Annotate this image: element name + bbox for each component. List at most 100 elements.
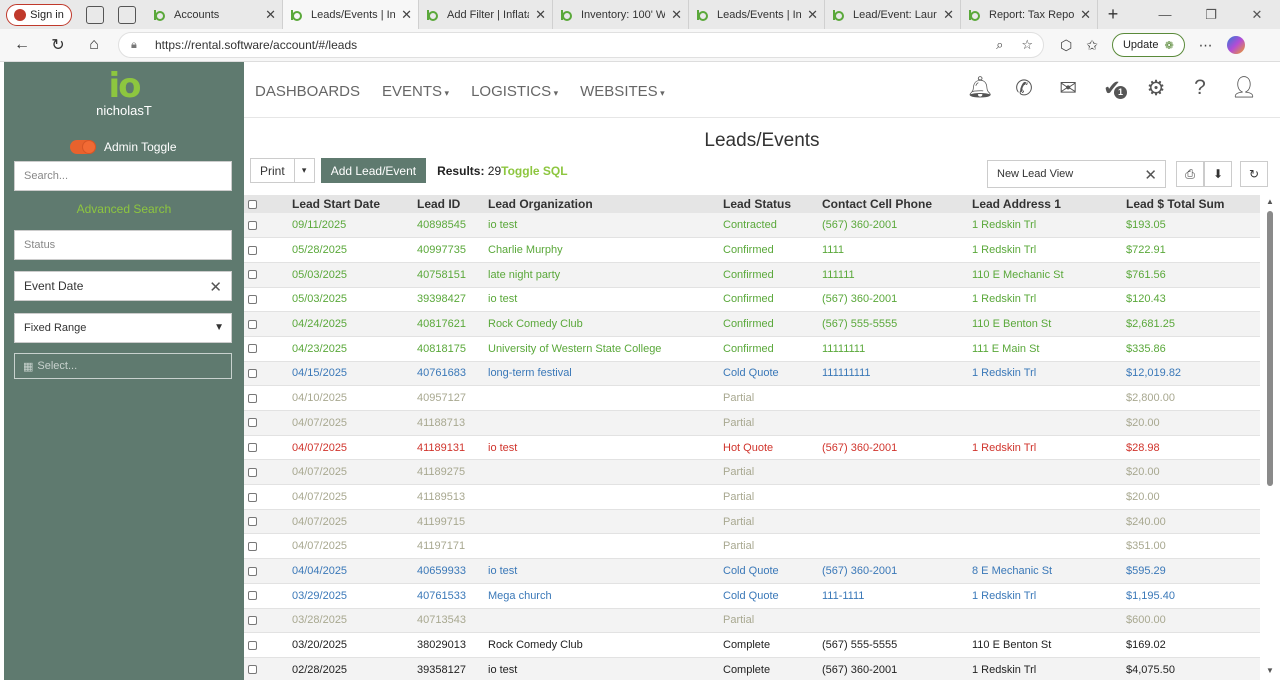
table-scrollbar[interactable]: ▲ ▼: [1266, 197, 1274, 675]
table-cell[interactable]: 02/28/2025: [292, 657, 417, 680]
table-cell[interactable]: [488, 608, 723, 634]
table-cell[interactable]: 111-1111: [822, 583, 972, 609]
table-cell[interactable]: Partial: [723, 509, 822, 535]
table-cell[interactable]: 1 Redskin Trl: [972, 361, 1126, 387]
table-cell[interactable]: $2,800.00: [1126, 385, 1260, 411]
more-menu-icon[interactable]: ⋯: [1199, 37, 1213, 54]
table-cell[interactable]: [972, 608, 1126, 634]
search-input[interactable]: Search...: [14, 161, 232, 191]
table-cell[interactable]: [488, 484, 723, 510]
table-cell[interactable]: Confirmed: [723, 336, 822, 362]
table-cell[interactable]: (567) 360-2001: [822, 435, 972, 461]
table-cell[interactable]: 04/07/2025: [292, 459, 417, 486]
table-cell[interactable]: 04/15/2025: [292, 361, 417, 387]
table-cell[interactable]: Confirmed: [723, 311, 822, 337]
row-checkbox[interactable]: [248, 295, 257, 304]
toggle-sql-link[interactable]: Toggle SQL: [501, 164, 567, 178]
table-cell[interactable]: [972, 484, 1126, 510]
favorite-star-icon[interactable]: ☆: [1021, 37, 1033, 53]
table-cell[interactable]: [488, 410, 723, 436]
table-row[interactable]: 04/15/2025 40761683 long-term festival Cold…: [244, 361, 1260, 387]
table-cell[interactable]: 40659933: [417, 558, 488, 584]
table-cell[interactable]: 1 Redskin Trl: [972, 237, 1126, 263]
row-checkbox[interactable]: [248, 344, 257, 354]
row-select-cell[interactable]: [244, 361, 292, 387]
column-header[interactable]: Lead Organization: [488, 195, 723, 213]
row-checkbox[interactable]: [248, 393, 257, 403]
user-icon[interactable]: 👤︎: [1222, 76, 1266, 101]
table-cell[interactable]: 11111111: [822, 336, 972, 362]
table-cell[interactable]: (567) 360-2001: [822, 558, 972, 584]
zoom-icon[interactable]: ⌕: [996, 37, 1003, 53]
scroll-down-icon[interactable]: ▼: [1266, 666, 1274, 675]
table-cell[interactable]: 40817621: [417, 311, 488, 337]
table-cell[interactable]: 41197171: [417, 533, 488, 560]
row-select-cell[interactable]: [244, 435, 292, 461]
row-checkbox[interactable]: [248, 270, 257, 280]
nav-events[interactable]: EVENTS: [382, 83, 449, 100]
table-cell[interactable]: $335.86: [1126, 336, 1260, 362]
table-cell[interactable]: Complete: [723, 632, 822, 658]
row-checkbox[interactable]: [248, 615, 257, 625]
sign-in-button[interactable]: Sign in: [6, 3, 72, 26]
advanced-search-link[interactable]: Advanced Search: [4, 202, 244, 216]
table-cell[interactable]: io test: [488, 213, 723, 239]
row-checkbox[interactable]: [248, 245, 257, 255]
table-cell[interactable]: $4,075.50: [1126, 657, 1260, 680]
tab-actions-icon[interactable]: [118, 5, 136, 24]
row-select-cell[interactable]: [244, 385, 292, 411]
table-cell[interactable]: $20.00: [1126, 459, 1260, 486]
table-cell[interactable]: Partial: [723, 533, 822, 560]
table-row[interactable]: 04/07/2025 41197171 Partial $351.00: [244, 533, 1260, 560]
workspaces-icon[interactable]: [86, 5, 104, 24]
row-select-cell[interactable]: [244, 311, 292, 337]
table-cell[interactable]: [822, 385, 972, 411]
favorites-icon[interactable]: ✩: [1086, 37, 1098, 54]
row-select-cell[interactable]: [244, 484, 292, 510]
table-cell[interactable]: $2,681.25: [1126, 311, 1260, 337]
table-cell[interactable]: 40758151: [417, 262, 488, 288]
table-cell[interactable]: [488, 459, 723, 486]
table-cell[interactable]: 40761533: [417, 583, 488, 609]
table-cell[interactable]: 41199715: [417, 509, 488, 535]
table-row[interactable]: 04/24/2025 40817621 Rock Comedy Club Confir…: [244, 311, 1260, 337]
table-cell[interactable]: 05/03/2025: [292, 262, 417, 288]
clear-icon[interactable]: ✕: [209, 278, 222, 296]
table-cell[interactable]: 1 Redskin Trl: [972, 435, 1126, 461]
browser-tab[interactable]: Leads/Events | Infla ✕: [283, 0, 419, 29]
scrollbar-thumb[interactable]: [1267, 211, 1273, 486]
table-cell[interactable]: (567) 360-2001: [822, 213, 972, 239]
table-cell[interactable]: 1111: [822, 237, 972, 263]
table-cell[interactable]: Partial: [723, 608, 822, 634]
table-cell[interactable]: [822, 484, 972, 510]
restore-icon[interactable]: ❐: [1188, 7, 1234, 23]
table-cell[interactable]: (567) 555-5555: [822, 632, 972, 658]
select-all-checkbox[interactable]: [248, 200, 257, 210]
table-cell[interactable]: 03/20/2025: [292, 632, 417, 658]
table-cell[interactable]: 8 E Mechanic St: [972, 558, 1126, 584]
logo[interactable]: io nicholasT: [4, 69, 244, 118]
table-row[interactable]: 04/07/2025 41189131 io test Hot Quote (567) …: [244, 435, 1260, 461]
row-checkbox[interactable]: [248, 443, 257, 453]
close-tab-icon[interactable]: ✕: [671, 7, 682, 23]
browser-tab[interactable]: Inventory: 100' Wat ✕: [553, 0, 689, 29]
table-cell[interactable]: 39398427: [417, 287, 488, 313]
table-cell[interactable]: Contracted: [723, 213, 822, 239]
table-cell[interactable]: [972, 385, 1126, 411]
table-cell[interactable]: $595.29: [1126, 558, 1260, 584]
table-cell[interactable]: 111111111: [822, 361, 972, 387]
close-tab-icon[interactable]: ✕: [535, 7, 546, 23]
table-cell[interactable]: 40818175: [417, 336, 488, 362]
row-select-cell[interactable]: [244, 583, 292, 609]
table-cell[interactable]: 1 Redskin Trl: [972, 583, 1126, 609]
scroll-up-icon[interactable]: ▲: [1266, 197, 1274, 206]
table-row[interactable]: 03/29/2025 40761533 Mega church Cold Quote 1…: [244, 583, 1260, 609]
close-tab-icon[interactable]: ✕: [943, 7, 954, 23]
table-cell[interactable]: 04/07/2025: [292, 410, 417, 436]
table-cell[interactable]: $722.91: [1126, 237, 1260, 263]
table-row[interactable]: 02/28/2025 39358127 io test Complete (567) 3…: [244, 657, 1260, 680]
close-tab-icon[interactable]: ✕: [807, 7, 818, 23]
row-checkbox[interactable]: [248, 566, 257, 576]
table-cell[interactable]: Rock Comedy Club: [488, 311, 723, 337]
table-cell[interactable]: long-term festival: [488, 361, 723, 387]
